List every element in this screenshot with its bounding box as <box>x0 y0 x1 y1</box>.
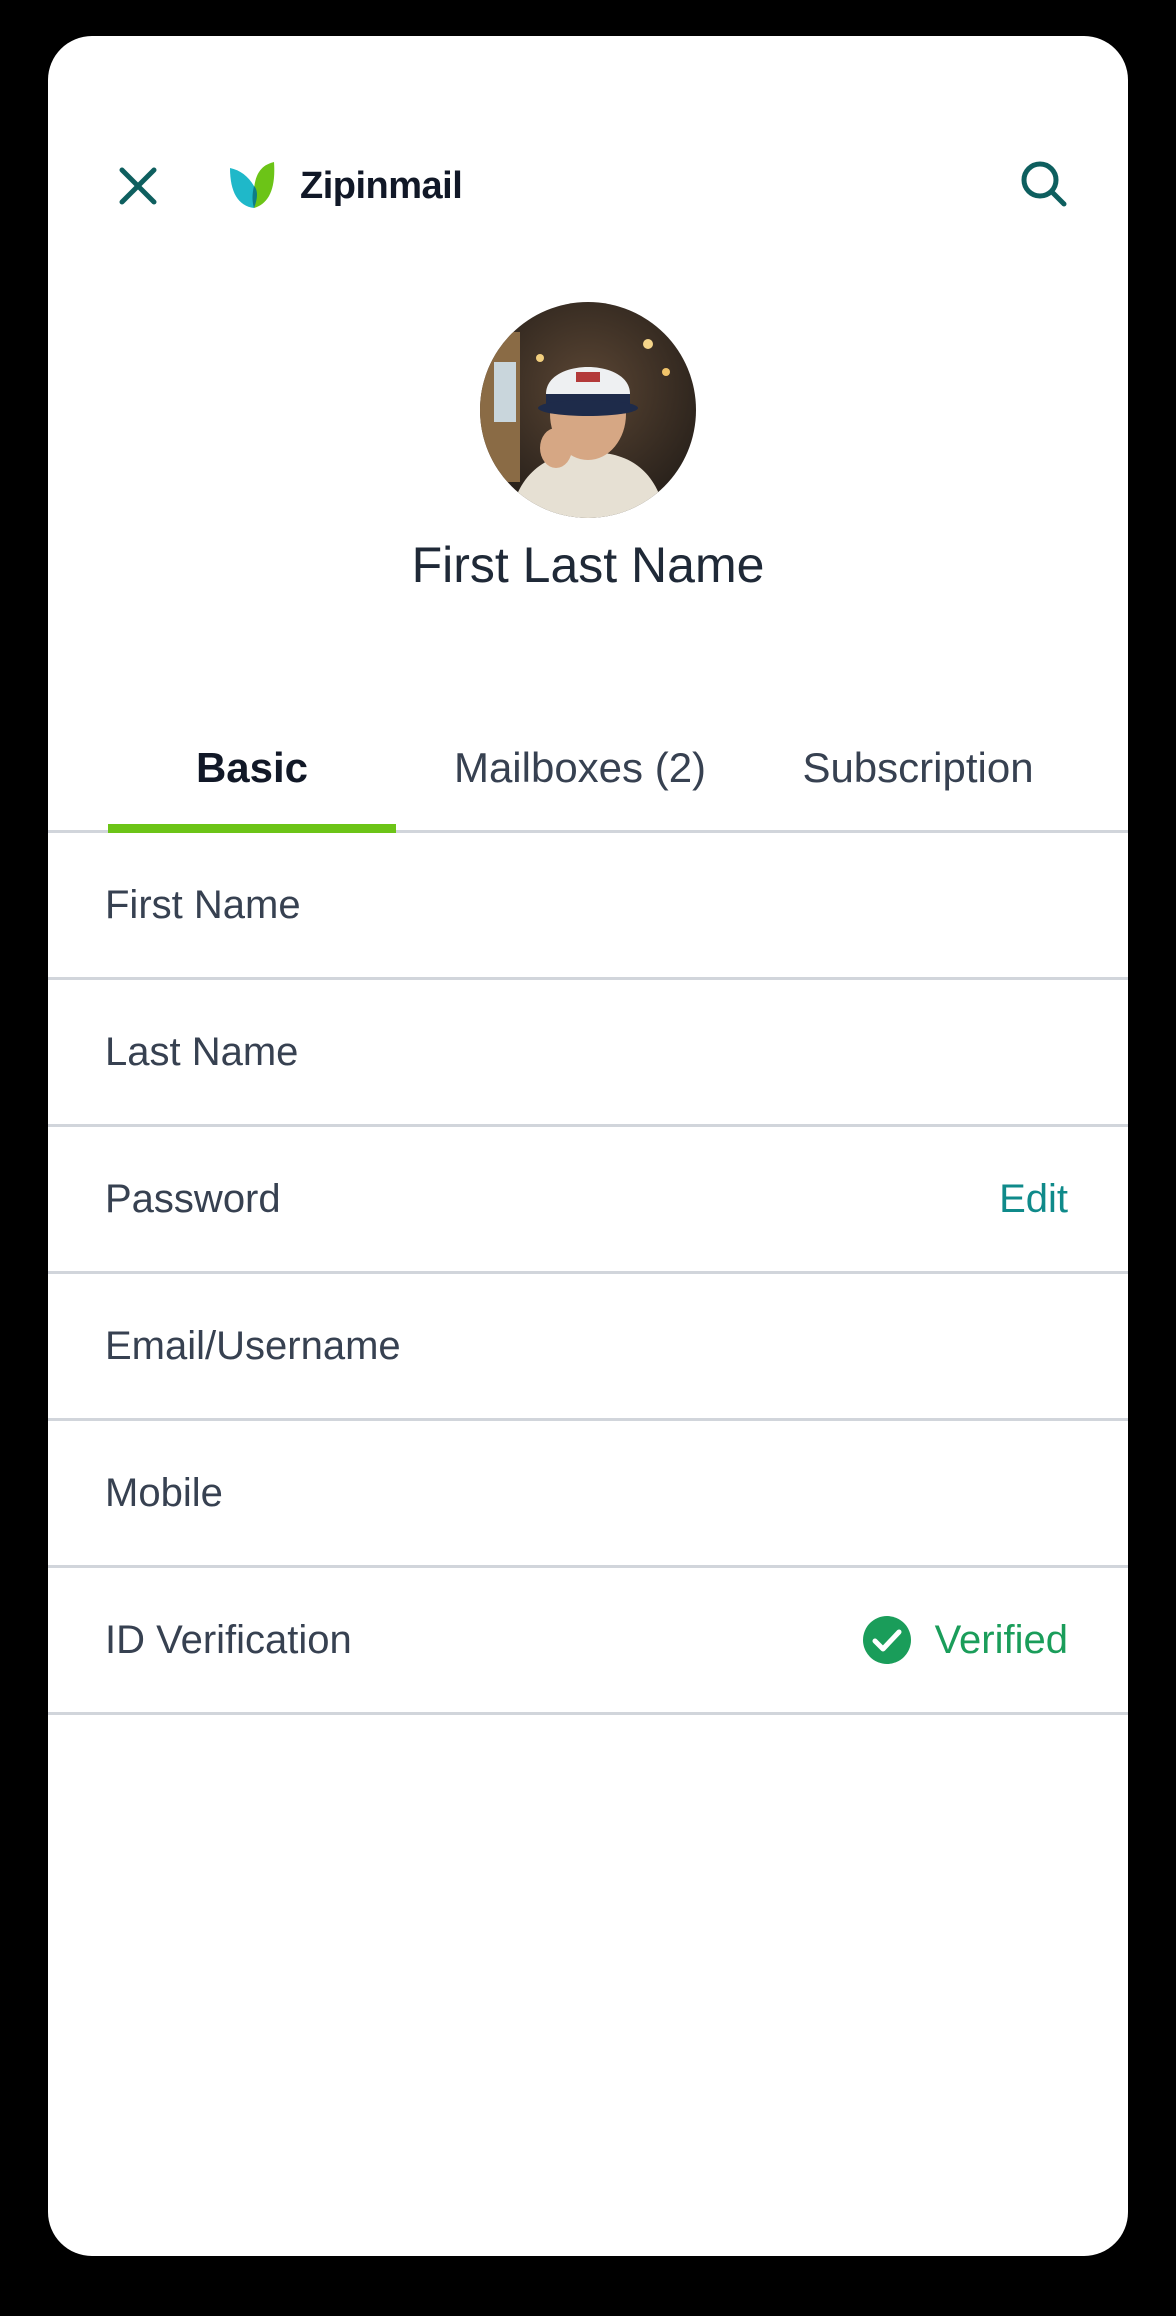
leaf-logo-icon <box>230 162 275 208</box>
verified-badge: Verified <box>861 1614 1068 1666</box>
close-button[interactable] <box>108 156 168 216</box>
brand-name: Zipinmail <box>300 164 463 207</box>
active-tab-indicator <box>108 824 396 833</box>
row-password: Password Edit <box>48 1127 1128 1274</box>
profile-photo-icon <box>480 302 696 518</box>
row-id-verification[interactable]: ID Verification Verified <box>48 1568 1128 1715</box>
edit-password-link[interactable]: Edit <box>999 1177 1068 1222</box>
tab-basic[interactable]: Basic <box>108 706 396 830</box>
row-email-username[interactable]: Email/Username <box>48 1274 1128 1421</box>
tab-mailboxes[interactable]: Mailboxes (2) <box>436 706 724 830</box>
row-label: First Name <box>105 882 301 927</box>
row-first-name[interactable]: First Name <box>48 833 1128 980</box>
row-label: Password <box>105 1176 281 1221</box>
row-label: Email/Username <box>105 1323 401 1368</box>
tab-subscription[interactable]: Subscription <box>758 706 1078 830</box>
profile-fields-list: First Name Last Name Password Edit Email… <box>48 833 1128 1715</box>
app-header: Zipinmail <box>48 36 1128 236</box>
close-icon <box>119 167 157 205</box>
row-last-name[interactable]: Last Name <box>48 980 1128 1127</box>
brand-logo: Zipinmail <box>228 160 463 212</box>
profile-name: First Last Name <box>411 537 765 593</box>
verified-status: Verified <box>934 1617 1068 1662</box>
row-label: Mobile <box>105 1470 223 1515</box>
search-icon <box>1021 161 1067 207</box>
check-circle-icon <box>862 1616 911 1664</box>
search-button[interactable] <box>1014 154 1074 214</box>
row-mobile[interactable]: Mobile <box>48 1421 1128 1568</box>
row-label: Last Name <box>105 1029 299 1074</box>
app-screen: Zipinmail First Last Name Basic Mailboxe… <box>48 36 1128 2256</box>
row-label: ID Verification <box>105 1617 352 1662</box>
tab-bar: Basic Mailboxes (2) Subscription <box>48 706 1128 833</box>
avatar[interactable] <box>480 302 696 518</box>
